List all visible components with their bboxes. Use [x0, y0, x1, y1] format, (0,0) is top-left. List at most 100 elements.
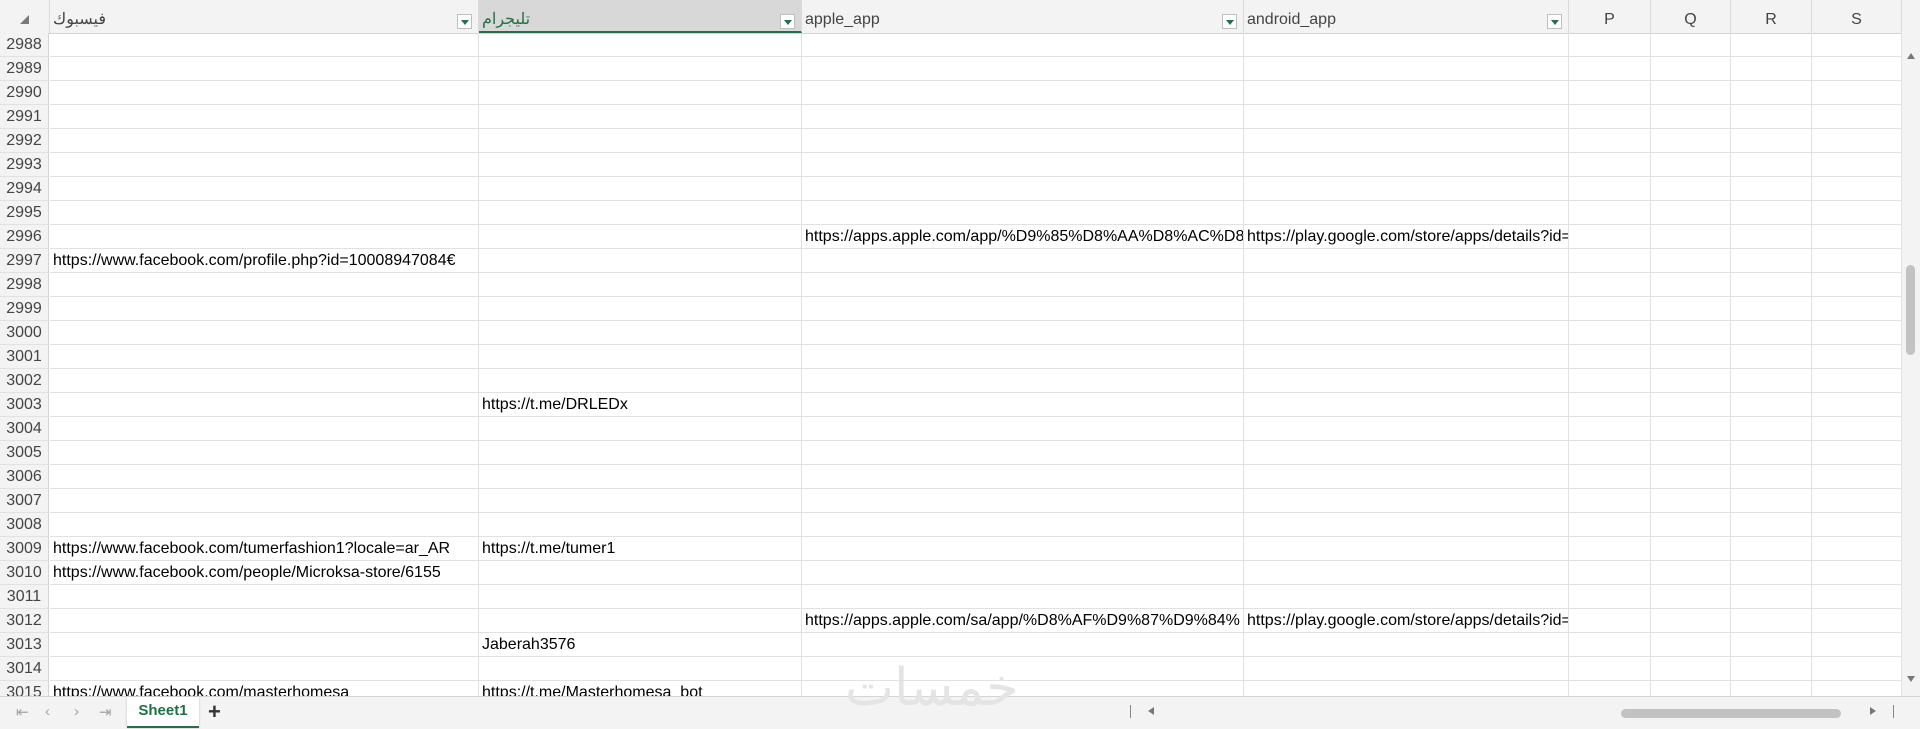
row-number[interactable]: 3003 — [0, 393, 49, 417]
cell-android[interactable] — [1244, 105, 1569, 129]
cell-facebook[interactable]: https://www.facebook.com/tumerfashion1?l… — [50, 537, 479, 561]
cell-R[interactable] — [1731, 321, 1812, 345]
cell-Q[interactable] — [1651, 177, 1731, 201]
cell-Q[interactable] — [1651, 441, 1731, 465]
cell-telegram[interactable] — [479, 33, 802, 57]
row-number[interactable]: 3008 — [0, 513, 49, 537]
cell-S[interactable] — [1812, 297, 1902, 321]
cell-android[interactable] — [1244, 369, 1569, 393]
cell-android[interactable]: https://play.google.com/store/apps/detai… — [1244, 225, 1569, 249]
cell-P[interactable] — [1569, 81, 1651, 105]
cell-Q[interactable] — [1651, 57, 1731, 81]
row-number[interactable]: 2994 — [0, 177, 49, 201]
cell-telegram[interactable] — [479, 105, 802, 129]
cell-P[interactable] — [1569, 657, 1651, 681]
cell-Q[interactable] — [1651, 369, 1731, 393]
cell-R[interactable] — [1731, 105, 1812, 129]
cell-R[interactable] — [1731, 201, 1812, 225]
row-number[interactable]: 3015 — [0, 681, 49, 696]
cell-telegram[interactable] — [479, 81, 802, 105]
row-number[interactable]: 3013 — [0, 633, 49, 657]
filter-dropdown-icon[interactable] — [1222, 14, 1237, 29]
cell-apple[interactable] — [802, 201, 1244, 225]
cell-Q[interactable] — [1651, 657, 1731, 681]
cell-facebook[interactable]: https://www.facebook.com/masterhomesa — [50, 681, 479, 696]
cell-P[interactable] — [1569, 105, 1651, 129]
cell-apple[interactable] — [802, 537, 1244, 561]
cell-apple[interactable] — [802, 393, 1244, 417]
filter-dropdown-icon[interactable] — [1547, 14, 1562, 29]
prev-sheet-icon[interactable]: ‹ — [45, 703, 50, 720]
cell-telegram[interactable] — [479, 441, 802, 465]
row-number[interactable]: 2988 — [0, 33, 49, 57]
cell-facebook[interactable] — [50, 369, 479, 393]
cell-apple[interactable] — [802, 153, 1244, 177]
cell-facebook[interactable] — [50, 177, 479, 201]
cell-Q[interactable] — [1651, 81, 1731, 105]
first-sheet-icon[interactable]: ⇤ — [16, 703, 29, 721]
vertical-scrollbar[interactable] — [1902, 33, 1920, 696]
cell-apple[interactable] — [802, 321, 1244, 345]
cell-apple[interactable] — [802, 81, 1244, 105]
cell-S[interactable] — [1812, 81, 1902, 105]
cell-telegram[interactable] — [479, 273, 802, 297]
cell-android[interactable] — [1244, 681, 1569, 696]
cell-facebook[interactable] — [50, 153, 479, 177]
cell-apple[interactable] — [802, 633, 1244, 657]
cell-P[interactable] — [1569, 153, 1651, 177]
cell-Q[interactable] — [1651, 321, 1731, 345]
cell-telegram[interactable]: https://t.me/tumer1 — [479, 537, 802, 561]
cell-apple[interactable] — [802, 273, 1244, 297]
cell-S[interactable] — [1812, 33, 1902, 57]
cell-android[interactable] — [1244, 81, 1569, 105]
cell-P[interactable] — [1569, 225, 1651, 249]
row-number[interactable]: 3010 — [0, 561, 49, 585]
cell-apple[interactable] — [802, 57, 1244, 81]
cell-telegram[interactable]: https://t.me/Masterhomesa_bot — [479, 681, 802, 696]
cell-apple[interactable]: https://apps.apple.com/app/%D9%85%D8%AA%… — [802, 225, 1244, 249]
cell-Q[interactable] — [1651, 561, 1731, 585]
cell-R[interactable] — [1731, 81, 1812, 105]
cell-P[interactable] — [1569, 537, 1651, 561]
row-number[interactable]: 3004 — [0, 417, 49, 441]
cell-facebook[interactable] — [50, 321, 479, 345]
cell-S[interactable] — [1812, 513, 1902, 537]
cell-S[interactable] — [1812, 105, 1902, 129]
cell-apple[interactable] — [802, 177, 1244, 201]
cell-android[interactable] — [1244, 249, 1569, 273]
cell-R[interactable] — [1731, 393, 1812, 417]
cell-S[interactable] — [1812, 369, 1902, 393]
row-number[interactable]: 3011 — [0, 585, 49, 609]
cell-R[interactable] — [1731, 465, 1812, 489]
cell-android[interactable] — [1244, 489, 1569, 513]
cell-R[interactable] — [1731, 57, 1812, 81]
cell-android[interactable] — [1244, 33, 1569, 57]
cell-android[interactable]: https://play.google.com/store/apps/detai… — [1244, 609, 1569, 633]
cell-R[interactable] — [1731, 417, 1812, 441]
cell-R[interactable] — [1731, 441, 1812, 465]
cell-Q[interactable] — [1651, 417, 1731, 441]
cell-facebook[interactable]: https://www.facebook.com/profile.php?id=… — [50, 249, 479, 273]
cell-android[interactable] — [1244, 153, 1569, 177]
cell-telegram[interactable] — [479, 561, 802, 585]
row-number[interactable]: 3000 — [0, 321, 49, 345]
column-header-Q[interactable]: Q — [1651, 0, 1731, 33]
cell-android[interactable] — [1244, 201, 1569, 225]
scroll-left-icon[interactable] — [1148, 707, 1154, 715]
cell-S[interactable] — [1812, 417, 1902, 441]
cell-telegram[interactable] — [479, 249, 802, 273]
cell-apple[interactable] — [802, 297, 1244, 321]
last-sheet-icon[interactable]: ⇥ — [99, 703, 112, 721]
cell-facebook[interactable] — [50, 129, 479, 153]
cell-telegram[interactable] — [479, 177, 802, 201]
cell-R[interactable] — [1731, 273, 1812, 297]
cell-Q[interactable] — [1651, 513, 1731, 537]
cell-telegram[interactable] — [479, 417, 802, 441]
cell-Q[interactable] — [1651, 681, 1731, 696]
cell-Q[interactable] — [1651, 201, 1731, 225]
cell-S[interactable] — [1812, 321, 1902, 345]
cell-P[interactable] — [1569, 513, 1651, 537]
cell-S[interactable] — [1812, 489, 1902, 513]
filter-dropdown-icon[interactable] — [457, 14, 472, 29]
cell-android[interactable] — [1244, 465, 1569, 489]
